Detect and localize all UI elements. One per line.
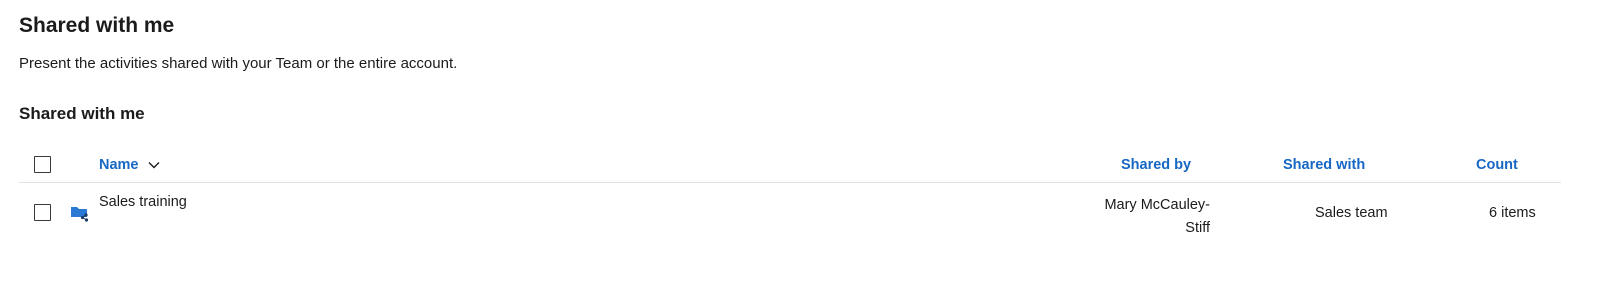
page-title: Shared with me xyxy=(19,14,175,37)
page-description: Present the activities shared with your … xyxy=(19,55,458,72)
shared-folder-icon xyxy=(71,207,89,222)
column-header-shared-with[interactable]: Shared with xyxy=(1283,157,1365,173)
row-shared-by: Mary McCauley-Stiff xyxy=(1104,197,1210,236)
chevron-down-icon xyxy=(148,162,159,169)
table-header: Name Shared by Shared with Count xyxy=(19,146,1561,183)
row-name-link[interactable]: Sales training xyxy=(99,194,187,210)
section-title: Shared with me xyxy=(19,104,145,123)
table-row[interactable]: Sales training Mary McCauley-Stiff Sales… xyxy=(19,183,1561,241)
column-header-name[interactable]: Name xyxy=(99,157,160,173)
column-header-count[interactable]: Count xyxy=(1476,157,1518,173)
column-header-shared-by[interactable]: Shared by xyxy=(1121,157,1191,173)
row-count: 6 items xyxy=(1489,205,1536,221)
shared-items-table: Name Shared by Shared with Count Sales t… xyxy=(19,146,1561,241)
row-shared-with: Sales team xyxy=(1315,205,1388,221)
column-header-name-label: Name xyxy=(99,157,139,173)
row-checkbox[interactable] xyxy=(34,204,51,221)
select-all-checkbox[interactable] xyxy=(34,156,51,173)
